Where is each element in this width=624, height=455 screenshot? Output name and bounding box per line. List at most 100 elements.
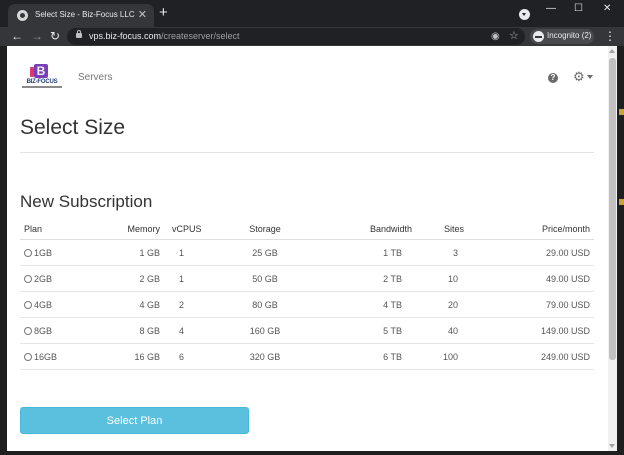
tab-search-icon[interactable]	[519, 9, 530, 20]
column-header-price: Price/month	[468, 218, 594, 240]
memory-cell: 1 GB	[106, 239, 164, 266]
nav-link-servers[interactable]: Servers	[78, 72, 112, 83]
background-window-edge	[619, 199, 624, 205]
plan-name: 16GB	[34, 351, 58, 362]
storage-cell: 80 GB	[220, 291, 310, 318]
sites-cell: 10	[416, 265, 468, 292]
scrollbar[interactable]	[608, 46, 617, 451]
plan-cell[interactable]: 8GB	[20, 317, 106, 344]
help-icon[interactable]: ?	[548, 73, 558, 83]
vcpus-cell: 6	[164, 343, 220, 370]
plan-radio[interactable]	[24, 274, 32, 283]
plan-name: 8GB	[34, 325, 53, 336]
plan-name: 1GB	[34, 247, 53, 258]
address-bar[interactable]: vps.biz-focus.com/createserver/select ◉ …	[67, 28, 525, 45]
sites-cell: 100	[416, 343, 468, 370]
memory-cell: 16 GB	[106, 343, 164, 370]
window-maximize-icon[interactable]: ☐	[574, 3, 583, 15]
gear-icon[interactable]: ⚙	[573, 70, 585, 84]
page-title: Select Size	[20, 116, 126, 139]
vcpus-cell: 1	[164, 265, 220, 292]
logo-tagline	[22, 86, 62, 88]
table-row[interactable]: 1GB 1 GB 1 25 GB 1 TB 3 29.00 USD	[20, 239, 594, 266]
table-row[interactable]: 8GB 8 GB 4 160 GB 5 TB 40 149.00 USD	[20, 317, 594, 344]
plan-radio[interactable]	[24, 300, 32, 309]
bandwidth-cell: 2 TB	[310, 265, 416, 292]
title-divider	[20, 152, 594, 153]
vcpus-cell: 4	[164, 317, 220, 344]
incognito-label: Incognito (2)	[547, 31, 592, 40]
plan-cell[interactable]: 2GB	[20, 265, 106, 292]
page-viewport: BIZ-FOCUS Servers ? ⚙ Select Size New Su…	[7, 46, 617, 451]
url-path: /createserver/select	[161, 31, 240, 41]
vcpus-cell: 1	[164, 239, 220, 266]
plan-cell[interactable]: 16GB	[20, 343, 106, 370]
price-cell: 29.00 USD	[468, 239, 594, 266]
sites-cell: 40	[416, 317, 468, 344]
forward-icon[interactable]: →	[31, 29, 43, 43]
kebab-menu-icon[interactable]: ⋮	[604, 29, 616, 43]
new-tab-icon[interactable]: +	[159, 5, 168, 20]
star-icon[interactable]: ☆	[509, 30, 519, 42]
plan-radio[interactable]	[24, 352, 32, 361]
url-text[interactable]: vps.biz-focus.com/createserver/select	[89, 31, 240, 41]
column-header-plan: Plan	[20, 218, 106, 240]
select-plan-button[interactable]: Select Plan	[20, 407, 249, 434]
reload-icon[interactable]: ↻	[50, 29, 60, 43]
scroll-up-icon[interactable]	[609, 49, 615, 53]
url-host: vps.biz-focus.com	[89, 31, 162, 41]
price-cell: 249.00 USD	[468, 343, 594, 370]
section-title: New Subscription	[20, 192, 153, 211]
column-header-storage: Storage	[220, 218, 310, 240]
plan-radio[interactable]	[24, 326, 32, 335]
plan-name: 4GB	[34, 299, 53, 310]
window-minimize-icon[interactable]: —	[546, 3, 556, 15]
table-row[interactable]: 16GB 16 GB 6 320 GB 6 TB 100 249.00 USD	[20, 343, 594, 370]
tab-title: Select Size - Biz-Focus LLC	[35, 10, 135, 19]
column-header-vcpus: vCPUS	[164, 218, 220, 240]
back-icon[interactable]: ←	[11, 29, 23, 43]
incognito-badge[interactable]: Incognito (2)	[530, 29, 594, 44]
column-header-sites: Sites	[416, 218, 468, 240]
plan-cell[interactable]: 4GB	[20, 291, 106, 318]
storage-cell: 50 GB	[220, 265, 310, 292]
storage-cell: 160 GB	[220, 317, 310, 344]
sites-cell: 20	[416, 291, 468, 318]
favicon-icon	[17, 10, 28, 21]
eye-off-icon[interactable]: ◉	[491, 31, 500, 42]
browser-toolbar: ← → ↻ vps.biz-focus.com/createserver/sel…	[0, 27, 624, 46]
memory-cell: 2 GB	[106, 265, 164, 292]
bandwidth-cell: 4 TB	[310, 291, 416, 318]
plans-table: Plan Memory vCPUS Storage Bandwidth Site…	[20, 218, 594, 370]
column-header-bandwidth: Bandwidth	[310, 218, 416, 240]
sites-cell: 3	[416, 239, 468, 266]
logo-text: BIZ-FOCUS	[26, 79, 58, 85]
lock-icon[interactable]	[76, 30, 82, 38]
table-row[interactable]: 2GB 2 GB 1 50 GB 2 TB 10 49.00 USD	[20, 265, 594, 292]
tab-close-icon[interactable]: ✕	[138, 8, 147, 22]
storage-cell: 320 GB	[220, 343, 310, 370]
bandwidth-cell: 1 TB	[310, 239, 416, 266]
plan-radio[interactable]	[24, 248, 32, 257]
table-row[interactable]: 4GB 4 GB 2 80 GB 4 TB 20 79.00 USD	[20, 291, 594, 318]
background-window-edge	[619, 109, 624, 115]
chevron-down-icon[interactable]	[587, 75, 593, 79]
memory-cell: 8 GB	[106, 317, 164, 344]
memory-cell: 4 GB	[106, 291, 164, 318]
table-header-row: Plan Memory vCPUS Storage Bandwidth Site…	[20, 218, 594, 240]
price-cell: 79.00 USD	[468, 291, 594, 318]
window-close-icon[interactable]: ✕	[603, 3, 611, 15]
column-header-memory: Memory	[106, 218, 164, 240]
price-cell: 49.00 USD	[468, 265, 594, 292]
price-cell: 149.00 USD	[468, 317, 594, 344]
biz-focus-logo[interactable]: BIZ-FOCUS	[21, 64, 63, 90]
browser-tab[interactable]: Select Size - Biz-Focus LLC ✕	[8, 4, 154, 27]
logo-mark-icon	[34, 64, 48, 78]
plan-cell[interactable]: 1GB	[20, 239, 106, 266]
bandwidth-cell: 6 TB	[310, 343, 416, 370]
scroll-down-icon[interactable]	[609, 444, 615, 448]
storage-cell: 25 GB	[220, 239, 310, 266]
vcpus-cell: 2	[164, 291, 220, 318]
scrollbar-thumb[interactable]	[609, 58, 616, 360]
plan-name: 2GB	[34, 273, 53, 284]
